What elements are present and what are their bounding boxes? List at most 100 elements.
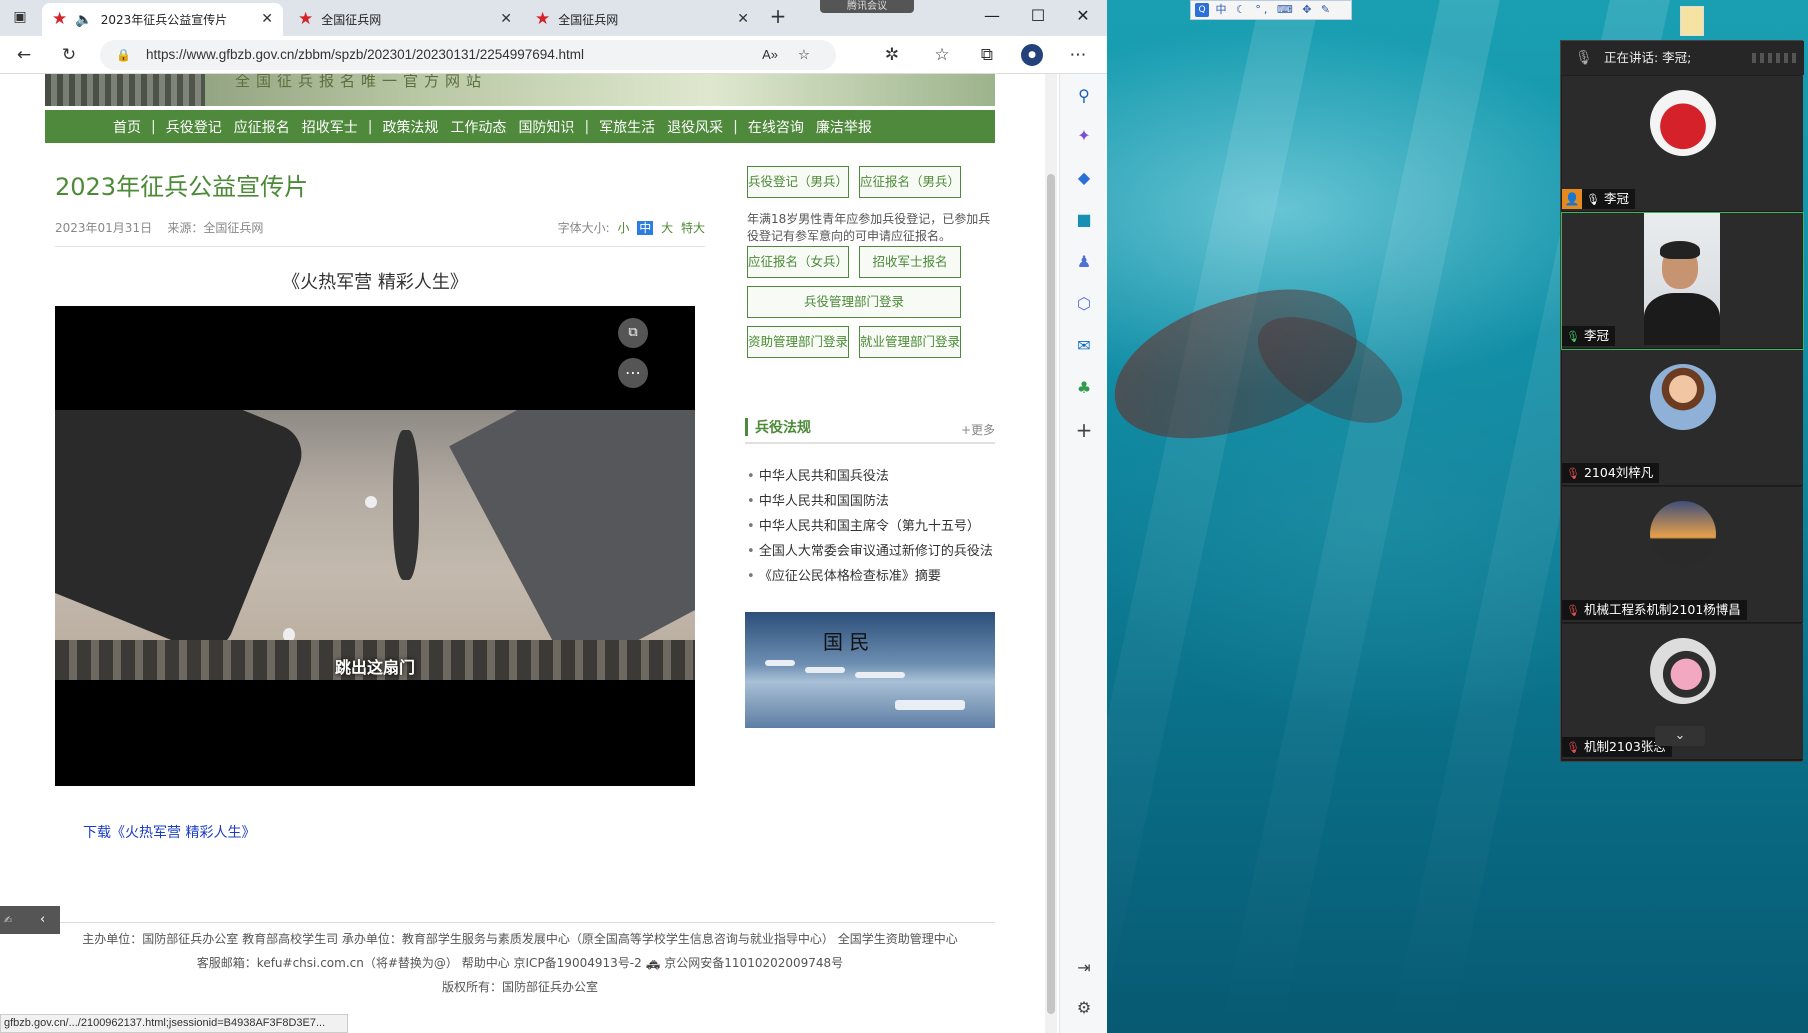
desktop-file-icon[interactable] [1680,6,1704,36]
drop-icon[interactable]: ♣ [1072,376,1096,400]
nav-defense[interactable]: 国防知识 [518,117,574,137]
nav-consult[interactable]: 在线咨询 [748,117,804,137]
font-size-large[interactable]: 大 [661,221,673,235]
close-tab-icon[interactable]: ✕ [737,11,749,27]
back-icon[interactable]: ← [12,44,36,66]
web-page: 全国征兵报名唯一官方网站 首页 | 兵役登记 应征报名 招收军士 | 政策法规 工作… [28,74,1045,1033]
hide-sidebar-icon[interactable]: ⇥ [1072,956,1096,980]
picture-in-picture-icon[interactable]: ⧉ [618,318,648,348]
apply-female-button[interactable]: 应征报名（女兵） [747,246,849,278]
nav-home[interactable]: 首页 [113,117,141,137]
minimize-icon[interactable]: — [982,6,1002,25]
favorite-add-icon[interactable]: ☆ [798,40,810,70]
law-item[interactable]: 中华人民共和国国防法 [747,489,995,514]
m365-icon[interactable]: ⬡ [1072,292,1096,316]
lock-icon[interactable]: 🔒 [116,40,131,70]
navy-promo-banner[interactable]: 国 民 [745,612,995,728]
participant-tile[interactable]: 🎙 2104刘梓凡 [1562,350,1803,486]
tools-icon[interactable]: ■ [1072,208,1096,232]
speaker-icon[interactable]: 🔈 [75,12,92,28]
video-frame [55,410,695,680]
profile-avatar-icon[interactable]: ● [1021,44,1043,66]
footer-copyright: 版权所有：国防部征兵办公室 [441,980,598,994]
mic-icon: 🎙 [1575,50,1593,66]
nav-report[interactable]: 廉洁举报 [816,117,872,137]
participant-tile[interactable]: 🎙 机械工程系机制2101杨博昌 [1562,487,1803,623]
status-bar-url: gfbzb.gov.cn/.../2100962137.html;jsessio… [0,1014,348,1033]
collapse-panel-button[interactable]: ✍ ‹ [0,906,60,934]
register-male-button[interactable]: 兵役登记（男兵） [747,166,849,198]
collections-icon[interactable]: ⧉ [975,44,999,66]
chevron-left-icon: ‹ [40,912,46,927]
admin-login-button[interactable]: 兵役管理部门登录 [747,286,961,318]
nav-news[interactable]: 工作动态 [450,117,506,137]
apply-male-button[interactable]: 应征报名（男兵） [859,166,961,198]
parachutist [393,430,419,580]
download-link[interactable]: 下载《火热军营 精彩人生》 [83,822,255,842]
font-size-xlarge[interactable]: 特大 [681,221,705,235]
video-more-icon[interactable]: ⋯ [618,358,648,388]
mic-muted-icon: 🎙 [1566,741,1580,754]
participant-avatar [1650,638,1716,704]
shopping-icon[interactable]: ◆ [1072,166,1096,190]
outlook-icon[interactable]: ✉ [1072,334,1096,358]
add-sidebar-icon[interactable]: + [1072,418,1096,442]
employment-login-button[interactable]: 就业管理部门登录 [859,326,961,358]
law-item[interactable]: 中华人民共和国主席令（第九十五号） [747,514,995,539]
edge-sidebar: ⚲ ✦ ◆ ■ ♟ ⬡ ✉ ♣ + ⇥ ⚙ [1059,74,1107,1033]
participant-tile[interactable]: 👤 🎙 李冠 [1562,76,1803,212]
participant-name: 2104刘梓凡 [1583,465,1654,480]
nav-military-life[interactable]: 军旅生活 [599,117,655,137]
extensions-icon[interactable]: ✲ [880,44,904,66]
registration-note: 年满18岁男性青年应参加兵役登记，已参加兵役登记有参军意向的可申请应征报名。 [747,212,991,243]
new-tab-icon[interactable]: + [766,5,790,27]
aircraft-door [449,410,695,676]
tab-video[interactable]: ★ 🔈 2023年征兵公益宣传片 ✕ [42,3,283,36]
close-tab-icon[interactable]: ✕ [261,11,273,27]
recruit-nco-button[interactable]: 招收军士报名 [859,246,961,278]
nav-registration[interactable]: 兵役登记 [166,117,222,137]
address-bar[interactable]: 🔒 https://www.gfbzb.gov.cn/zbbm/spzb/202… [100,40,836,70]
maximize-icon[interactable]: ☐ [1028,6,1048,25]
tencent-meeting-pill[interactable]: 腾讯会议 [820,0,914,13]
page-scrollbar[interactable] [1045,74,1057,1033]
nav-veterans[interactable]: 退役风采 [667,117,723,137]
site-star-icon: ★ [52,9,68,29]
laws-header: 兵役法规 +更多 [745,414,995,444]
law-item[interactable]: 全国人大常委会审议通过新修订的兵役法 [747,539,995,564]
scrollbar-thumb[interactable] [1047,174,1055,1014]
nav-policy[interactable]: 政策法规 [382,117,438,137]
font-size-selector: 字体大小: 小 中 大 特大 [558,219,705,236]
law-item[interactable]: 中华人民共和国兵役法 [747,464,995,489]
promo-calligraphy: 国 民 [823,630,870,654]
more-menu-icon[interactable]: ⋯ [1066,44,1090,66]
participant-avatar [1650,90,1716,156]
font-size-medium[interactable]: 中 [637,221,654,235]
search-icon[interactable]: ⚲ [1072,84,1096,108]
settings-gear-icon[interactable]: ⚙ [1072,996,1096,1020]
tab-actions-icon[interactable]: ▣ [8,6,32,28]
font-size-small[interactable]: 小 [617,221,629,235]
ime-toolbar[interactable]: Q 中 ☾ °, ⌨ ✥ ✎ [1190,0,1352,20]
chevron-down-icon[interactable]: ⌄ [1655,726,1705,746]
nav-nco[interactable]: 招收军士 [302,117,358,137]
footer-organizers: 主办单位：国防部征兵办公室 教育部高校学生司 承办单位：教育部学生服务与素质发展… [82,932,958,946]
article-date: 2023年01月31日 [55,221,153,235]
close-window-icon[interactable]: ✕ [1073,6,1093,25]
games-icon[interactable]: ♟ [1072,250,1096,274]
aid-login-button[interactable]: 资助管理部门登录 [747,326,849,358]
laws-more-link[interactable]: +更多 [961,421,995,438]
law-item[interactable]: 《应征公民体格检查标准》摘要 [747,564,995,589]
tab-gfbzb-1[interactable]: ★ 全国征兵网 ✕ [288,3,522,36]
tab-gfbzb-2[interactable]: ★ 全国征兵网 ✕ [525,3,759,36]
audio-wave-icon [1752,53,1796,63]
copilot-icon[interactable]: ✦ [1072,124,1096,148]
close-tab-icon[interactable]: ✕ [500,11,512,27]
read-aloud-icon[interactable]: A» [762,40,778,70]
participant-name: 机制2103张志 [1583,739,1666,754]
favorites-icon[interactable]: ☆ [930,44,954,66]
participant-tile-video[interactable]: 🎙 李冠 [1561,212,1804,350]
video-player[interactable]: ⧉ ⋯ 跳出这扇门 [55,306,695,786]
nav-apply[interactable]: 应征报名 [234,117,290,137]
refresh-icon[interactable]: ↻ [57,44,81,66]
